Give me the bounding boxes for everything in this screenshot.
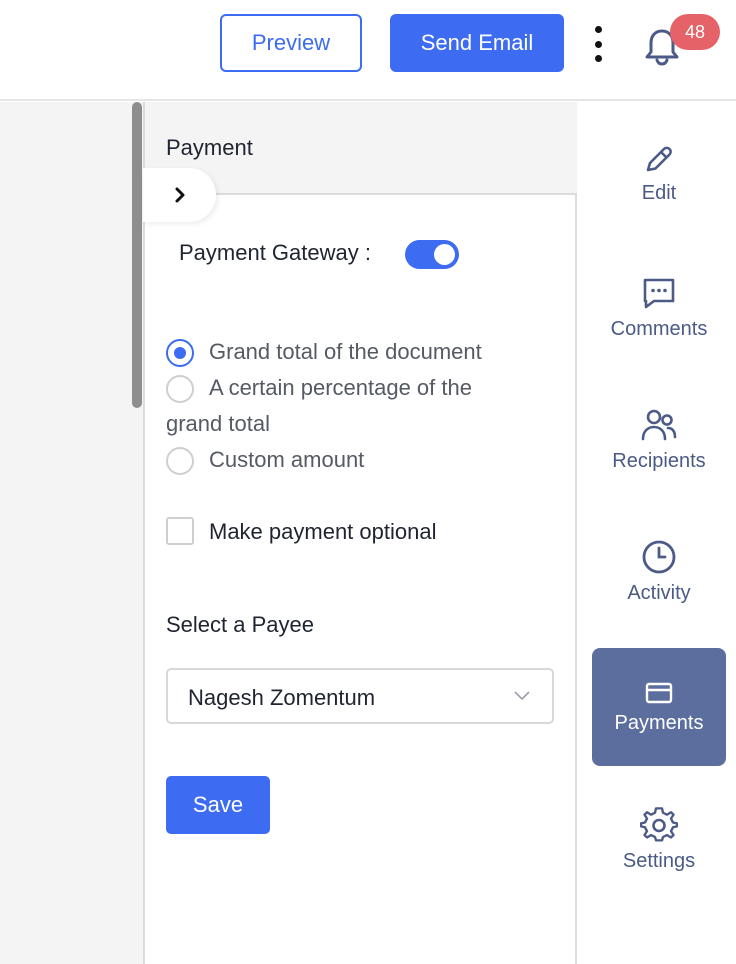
collapse-panel-button[interactable] [143, 168, 216, 222]
gear-icon [640, 807, 678, 842]
users-icon [641, 409, 677, 441]
scrollbar[interactable] [132, 102, 142, 408]
select-payee-label: Select a Payee [166, 612, 314, 637]
chevron-down-icon [514, 691, 530, 701]
sidebar-item-edit[interactable]: Edit [592, 142, 726, 232]
option-percentage-label-cont: grand total [166, 411, 270, 436]
payee-select-value: Nagesh Zomentum [188, 685, 376, 710]
chevron-right-icon [175, 187, 184, 203]
sidebar-item-label: Activity [627, 582, 691, 604]
save-button[interactable]: Save [166, 776, 270, 834]
right-sidebar: Edit Comments Recipients Activity Paymen… [579, 102, 736, 964]
sidebar-item-label: Comments [610, 318, 708, 340]
sidebar-item-recipients[interactable]: Recipients [592, 406, 726, 496]
canvas-area [0, 102, 143, 964]
make-optional-label: Make payment optional [209, 519, 437, 544]
preview-button[interactable]: Preview [220, 14, 362, 72]
sidebar-item-payments[interactable]: Payments [592, 648, 726, 766]
notification-badge: 48 [670, 14, 720, 50]
comment-icon [643, 278, 675, 309]
more-options-icon[interactable] [586, 26, 610, 62]
radio-custom-amount[interactable] [166, 447, 194, 475]
radio-grand-total[interactable] [166, 339, 194, 367]
sidebar-item-comments[interactable]: Comments [592, 274, 726, 364]
top-bar: Preview Send Email 48 [0, 0, 736, 101]
clock-icon [642, 540, 676, 574]
sidebar-item-label: Edit [641, 182, 677, 204]
sidebar-item-settings[interactable]: Settings [592, 806, 726, 896]
option-percentage-label: A certain percentage of the [209, 375, 472, 400]
sidebar-item-label: Recipients [612, 450, 706, 472]
payee-select[interactable]: Nagesh Zomentum [166, 668, 554, 724]
payment-gateway-toggle[interactable] [405, 240, 459, 269]
option-custom-amount-label: Custom amount [209, 447, 365, 472]
pencil-icon [646, 146, 672, 172]
payment-gateway-label: Payment Gateway : [179, 240, 371, 265]
sidebar-item-label: Settings [622, 850, 696, 872]
panel-title: Payment [166, 135, 253, 160]
sidebar-item-label: Payments [614, 711, 704, 734]
card-icon [645, 682, 673, 703]
make-optional-checkbox[interactable] [166, 517, 194, 545]
radio-percentage[interactable] [166, 375, 194, 403]
send-email-button[interactable]: Send Email [390, 14, 564, 72]
option-grand-total-label: Grand total of the document [209, 339, 482, 364]
sidebar-item-activity[interactable]: Activity [592, 538, 726, 628]
